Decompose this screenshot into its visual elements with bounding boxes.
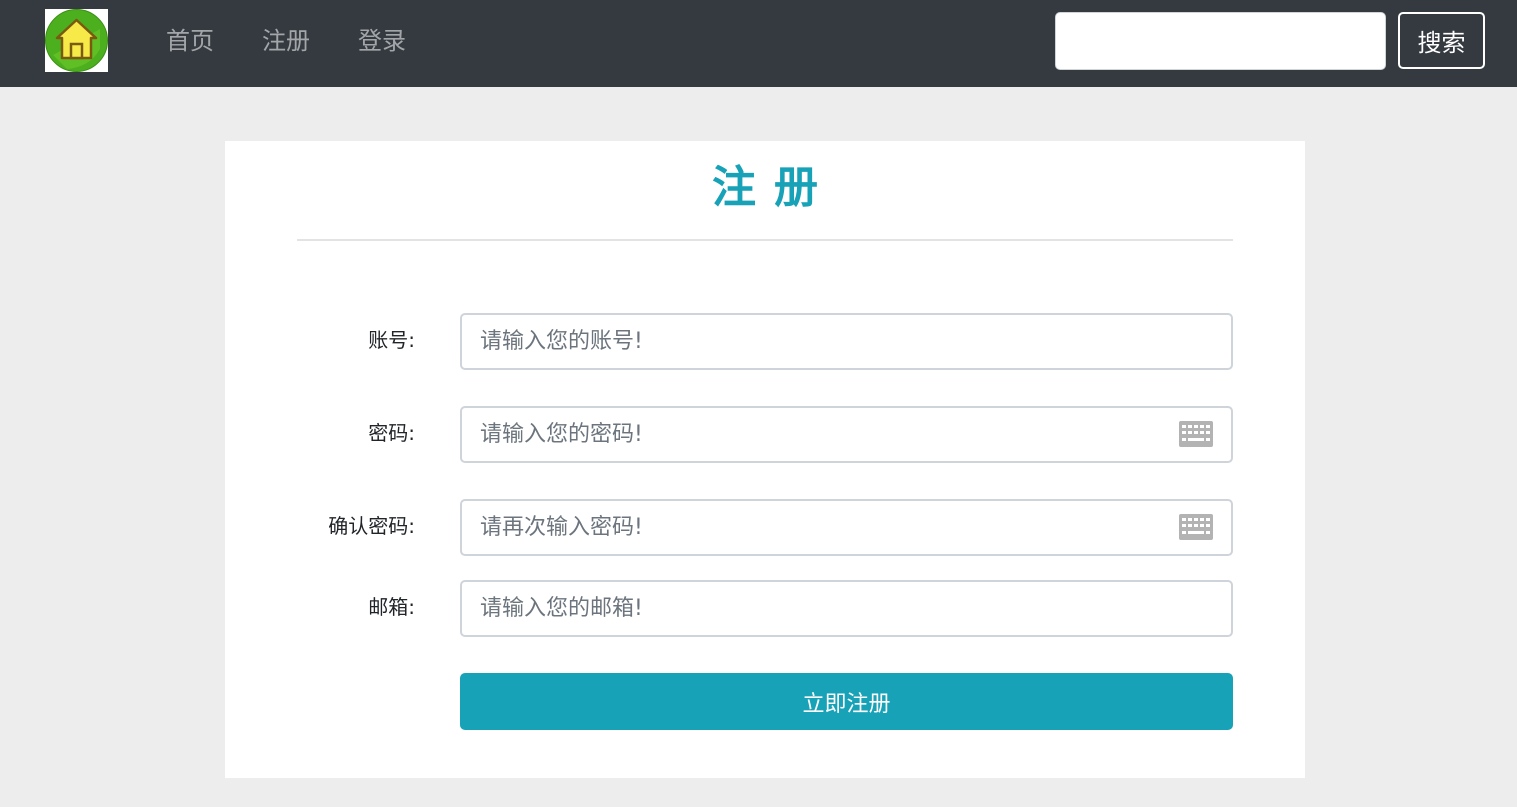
title-divider bbox=[297, 239, 1233, 241]
top-navbar: 首页 注册 登录 搜索 bbox=[0, 0, 1517, 87]
password-label: 密码: bbox=[368, 421, 415, 445]
register-card: 注册 账号: 密码: 确认密码: 邮箱: 立即注册 bbox=[225, 141, 1305, 778]
confirm-password-label: 确认密码: bbox=[328, 514, 415, 538]
search-button[interactable]: 搜索 bbox=[1398, 12, 1485, 69]
search-input[interactable] bbox=[1055, 12, 1386, 70]
house-icon bbox=[45, 9, 108, 72]
email-input[interactable] bbox=[460, 580, 1233, 637]
email-label: 邮箱: bbox=[368, 595, 415, 619]
confirm-password-input[interactable] bbox=[460, 499, 1233, 556]
nav-link-register[interactable]: 注册 bbox=[262, 25, 310, 57]
keyboard-icon[interactable] bbox=[1179, 421, 1213, 447]
site-logo[interactable] bbox=[45, 9, 108, 72]
page-title: 注册 bbox=[712, 162, 836, 213]
nav-link-home[interactable]: 首页 bbox=[166, 25, 214, 57]
password-input[interactable] bbox=[460, 406, 1233, 463]
nav-link-login[interactable]: 登录 bbox=[358, 25, 406, 57]
keyboard-icon[interactable] bbox=[1179, 514, 1213, 540]
account-label: 账号: bbox=[368, 328, 415, 352]
register-submit-button[interactable]: 立即注册 bbox=[460, 673, 1233, 730]
account-input[interactable] bbox=[460, 313, 1233, 370]
